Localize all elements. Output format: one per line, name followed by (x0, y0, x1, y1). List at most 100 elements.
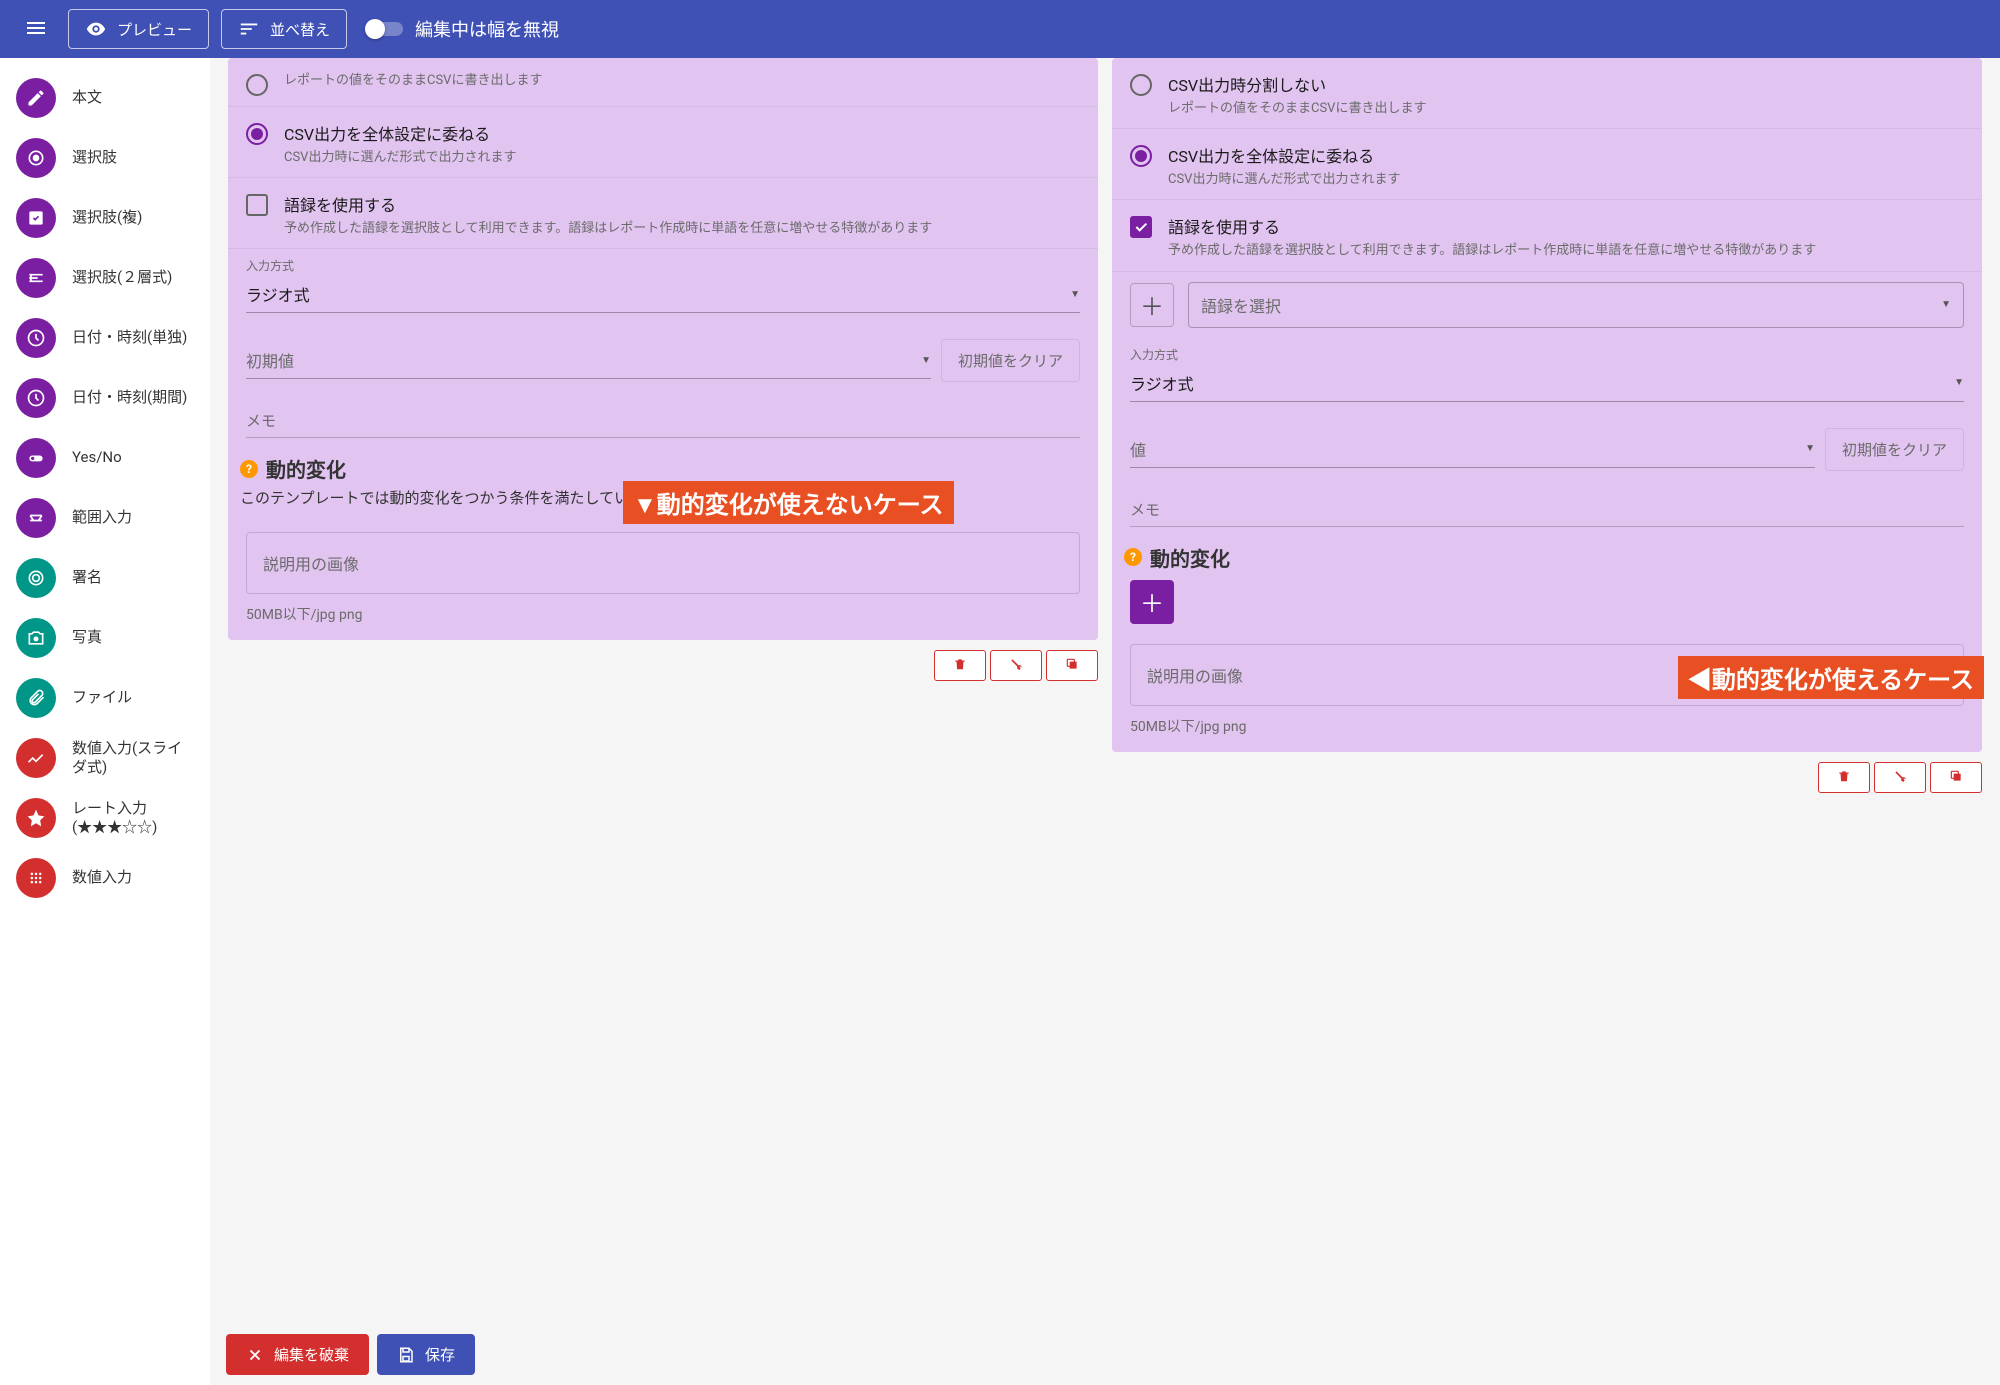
dynamic-change-title: 動的変化 (266, 454, 346, 483)
radio-icon (246, 74, 268, 96)
ignore-width-toggle[interactable]: 編集中は幅を無視 (367, 16, 559, 42)
copy-icon (1065, 657, 1079, 671)
option-desc: 予め作成した語録を選択肢として利用できます。語録はレポート作成時に単語を任意に増… (284, 220, 932, 238)
radio-icon (1130, 74, 1152, 96)
sidebar-item-signature[interactable]: 署名 (0, 548, 210, 608)
add-glossary-button[interactable]: ＋ (1130, 283, 1174, 327)
clock-icon (16, 318, 56, 358)
form-canvas: レポートの値をそのままCSVに書き出します CSV出力を全体設定に委ねる CSV… (210, 58, 2000, 1385)
save-icon (397, 1346, 415, 1364)
delete-button[interactable] (934, 650, 986, 681)
csv-global-option[interactable]: CSV出力を全体設定に委ねる CSV出力時に選んだ形式で出力されます (228, 107, 1098, 178)
glossary-select[interactable]: 語録を選択 ▼ (1188, 282, 1964, 328)
clear-initial-button[interactable]: 初期値をクリア (1825, 428, 1964, 471)
sidebar-item-file[interactable]: ファイル (0, 668, 210, 728)
sidebar-item-label: 日付・時刻(期間) (72, 388, 187, 408)
card-actions-right (1112, 758, 1982, 801)
image-upload-zone[interactable]: 説明用の画像 (246, 532, 1080, 594)
choice-card-left[interactable]: レポートの値をそのままCSVに書き出します CSV出力を全体設定に委ねる CSV… (228, 58, 1098, 640)
sidebar-item-label: 選択肢(２層式) (72, 268, 172, 288)
chart-icon (16, 738, 56, 778)
checkbox-icon (16, 198, 56, 238)
option-label: CSV出力を全体設定に委ねる (284, 121, 516, 145)
two-tier-icon (16, 258, 56, 298)
sort-button[interactable]: 並べ替え (221, 9, 347, 49)
sidebar-item-photo[interactable]: 写真 (0, 608, 210, 668)
sidebar: 本文 選択肢 選択肢(複) 選択肢(２層式) 日付・時刻(単独) 日付・時刻(期… (0, 58, 210, 1385)
input-method-field[interactable]: 入力方式 ラジオ式 ▼ (228, 249, 1098, 327)
camera-icon (16, 618, 56, 658)
image-note: 50MB以下/jpg png (1112, 716, 1982, 752)
sidebar-item-label: 範囲入力 (72, 508, 132, 528)
clock-icon (16, 378, 56, 418)
image-placeholder: 説明用の画像 (263, 555, 359, 574)
trash-icon (1837, 769, 1851, 783)
option-desc: 予め作成した語録を選択肢として利用できます。語録はレポート作成時に単語を任意に増… (1168, 242, 1816, 260)
image-note: 50MB以下/jpg png (228, 604, 1098, 640)
initial-value-select[interactable]: 初期値 ▼ (246, 342, 931, 379)
choice-card-right[interactable]: CSV出力時分割しない レポートの値をそのままCSVに書き出します CSV出力を… (1112, 58, 1982, 752)
keypad-icon (16, 858, 56, 898)
preview-label: プレビュー (117, 19, 192, 40)
sidebar-item-datetime-range[interactable]: 日付・時刻(期間) (0, 368, 210, 428)
sidebar-item-choice-2tier[interactable]: 選択肢(２層式) (0, 248, 210, 308)
sort-label: 並べ替え (270, 19, 330, 40)
use-glossary-option[interactable]: 語録を使用する 予め作成した語録を選択肢として利用できます。語録はレポート作成時… (228, 178, 1098, 249)
copy-button[interactable] (1046, 650, 1098, 681)
input-method-field[interactable]: 入力方式 ラジオ式 ▼ (1112, 338, 1982, 416)
dynamic-change-title: 動的変化 (1150, 543, 1230, 572)
sidebar-item-choice[interactable]: 選択肢 (0, 128, 210, 188)
help-icon[interactable]: ? (1124, 548, 1142, 566)
settings-button[interactable] (1874, 762, 1926, 793)
sidebar-item-label: 写真 (72, 628, 102, 648)
memo-field[interactable]: メモ (228, 394, 1098, 446)
settings-button[interactable] (990, 650, 1042, 681)
checkbox-unchecked-icon (246, 194, 268, 216)
placeholder: 値 (1130, 437, 1146, 461)
clear-initial-button[interactable]: 初期値をクリア (941, 339, 1080, 382)
csv-split-none-option[interactable]: レポートの値をそのままCSVに書き出します (228, 58, 1098, 107)
sidebar-item-yesno[interactable]: Yes/No (0, 428, 210, 488)
copy-button[interactable] (1930, 762, 1982, 793)
sort-icon (238, 18, 260, 40)
sidebar-item-slider[interactable]: 数値入力(スライダ式) (0, 728, 210, 788)
sidebar-item-range[interactable]: 範囲入力 (0, 488, 210, 548)
delete-button[interactable] (1818, 762, 1870, 793)
dynamic-change-header: ? 動的変化 (1112, 535, 1982, 576)
csv-global-option[interactable]: CSV出力を全体設定に委ねる CSV出力時に選んだ形式で出力されます (1112, 129, 1982, 200)
preview-button[interactable]: プレビュー (68, 9, 209, 49)
sidebar-item-datetime-single[interactable]: 日付・時刻(単独) (0, 308, 210, 368)
csv-split-none-option[interactable]: CSV出力時分割しない レポートの値をそのままCSVに書き出します (1112, 58, 1982, 129)
wrench-icon (1009, 657, 1023, 671)
toggle-label: 編集中は幅を無視 (415, 16, 559, 42)
option-desc: レポートの値をそのままCSVに書き出します (1168, 100, 1426, 118)
discard-button[interactable]: 編集を破棄 (226, 1334, 369, 1375)
checkbox-checked-icon (1130, 216, 1152, 238)
sidebar-item-choice-multi[interactable]: 選択肢(複) (0, 188, 210, 248)
sidebar-item-body[interactable]: 本文 (0, 68, 210, 128)
sidebar-item-label: 数値入力 (72, 868, 132, 888)
image-placeholder: 説明用の画像 (1147, 667, 1243, 686)
sidebar-item-label: 日付・時刻(単独) (72, 328, 187, 348)
placeholder: 初期値 (246, 348, 294, 372)
discard-label: 編集を破棄 (274, 1344, 349, 1365)
initial-value-select[interactable]: 値 ▼ (1130, 431, 1815, 468)
hamburger-icon (24, 16, 48, 40)
right-column: CSV出力時分割しない レポートの値をそのままCSVに書き出します CSV出力を… (1112, 58, 1982, 1305)
chevron-down-icon: ▼ (1941, 299, 1951, 310)
save-label: 保存 (425, 1344, 455, 1365)
copy-icon (1949, 769, 1963, 783)
memo-field[interactable]: メモ (1112, 483, 1982, 535)
help-icon[interactable]: ? (240, 460, 258, 478)
sidebar-item-label: 本文 (72, 88, 102, 108)
sidebar-item-number[interactable]: 数値入力 (0, 848, 210, 908)
save-button[interactable]: 保存 (377, 1334, 475, 1375)
use-glossary-option[interactable]: 語録を使用する 予め作成した語録を選択肢として利用できます。語録はレポート作成時… (1112, 200, 1982, 271)
image-upload-zone[interactable]: 説明用の画像 (1130, 644, 1964, 706)
add-dynamic-rule-button[interactable]: ＋ (1130, 580, 1174, 624)
pencil-icon (16, 78, 56, 118)
left-column: レポートの値をそのままCSVに書き出します CSV出力を全体設定に委ねる CSV… (228, 58, 1098, 1305)
hamburger-menu-button[interactable] (16, 8, 56, 51)
option-label: CSV出力を全体設定に委ねる (1168, 143, 1400, 167)
sidebar-item-rate[interactable]: レート入力 (★★★☆☆) (0, 788, 210, 848)
